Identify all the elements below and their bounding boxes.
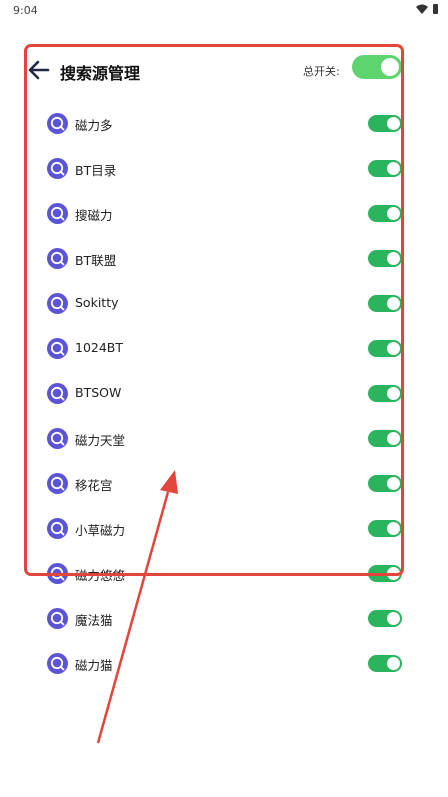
header: 搜索源管理 总开关: bbox=[0, 50, 448, 90]
source-row: 小草磁力 bbox=[0, 506, 448, 551]
toggle-knob bbox=[387, 207, 400, 220]
search-icon bbox=[47, 428, 68, 449]
toggle-knob bbox=[387, 612, 400, 625]
source-name: BT联盟 bbox=[75, 253, 117, 268]
source-toggle[interactable] bbox=[368, 655, 402, 672]
source-toggle[interactable] bbox=[368, 340, 402, 357]
source-name: 移花宫 bbox=[75, 478, 113, 493]
search-icon bbox=[47, 608, 68, 629]
search-icon bbox=[47, 383, 68, 404]
source-name: Sokitty bbox=[75, 295, 119, 310]
toggle-knob bbox=[387, 297, 400, 310]
toggle-knob bbox=[381, 58, 399, 76]
arrow-left-icon[interactable] bbox=[26, 56, 54, 84]
source-row: 1024BT bbox=[0, 326, 448, 371]
source-name: 磁力多 bbox=[75, 118, 113, 133]
source-toggle[interactable] bbox=[368, 610, 402, 627]
toggle-knob bbox=[387, 252, 400, 265]
source-row: BT目录 bbox=[0, 146, 448, 191]
source-row: 磁力天堂 bbox=[0, 416, 448, 461]
source-row: 磁力多 bbox=[0, 101, 448, 146]
toggle-knob bbox=[387, 477, 400, 490]
status-time: 9:04 bbox=[13, 4, 38, 17]
search-icon bbox=[47, 248, 68, 269]
page-title: 搜索源管理 bbox=[60, 64, 141, 83]
source-name: 磁力天堂 bbox=[75, 433, 126, 448]
source-toggle[interactable] bbox=[368, 160, 402, 177]
source-name: 小草磁力 bbox=[75, 523, 126, 538]
search-icon bbox=[47, 203, 68, 224]
toggle-knob bbox=[387, 342, 400, 355]
source-name: BTSOW bbox=[75, 385, 122, 400]
source-toggle[interactable] bbox=[368, 115, 402, 132]
source-name: 磁力猫 bbox=[75, 658, 113, 673]
source-toggle[interactable] bbox=[368, 520, 402, 537]
source-toggle[interactable] bbox=[368, 295, 402, 312]
source-toggle[interactable] bbox=[368, 430, 402, 447]
source-toggle[interactable] bbox=[368, 565, 402, 582]
search-icon bbox=[47, 338, 68, 359]
source-row: 搜磁力 bbox=[0, 191, 448, 236]
search-icon bbox=[47, 563, 68, 584]
search-icon bbox=[47, 473, 68, 494]
toggle-knob bbox=[387, 162, 400, 175]
source-toggle[interactable] bbox=[368, 475, 402, 492]
source-row: Sokitty bbox=[0, 281, 448, 326]
master-switch-label: 总开关: bbox=[303, 65, 340, 78]
master-switch-toggle[interactable] bbox=[352, 55, 402, 79]
search-icon bbox=[47, 653, 68, 674]
source-row: 磁力悠悠 bbox=[0, 551, 448, 596]
source-row: 魔法猫 bbox=[0, 596, 448, 641]
source-name: BT目录 bbox=[75, 163, 117, 178]
battery-icon bbox=[433, 4, 438, 14]
toggle-knob bbox=[387, 657, 400, 670]
source-row: BT联盟 bbox=[0, 236, 448, 281]
status-bar: 9:04 bbox=[0, 0, 448, 22]
toggle-knob bbox=[387, 387, 400, 400]
status-icons bbox=[416, 4, 438, 14]
source-name: 魔法猫 bbox=[75, 613, 113, 628]
source-row: 移花宫 bbox=[0, 461, 448, 506]
source-row: BTSOW bbox=[0, 371, 448, 416]
search-icon bbox=[47, 293, 68, 314]
source-toggle[interactable] bbox=[368, 205, 402, 222]
wifi-icon bbox=[416, 4, 428, 14]
toggle-knob bbox=[387, 567, 400, 580]
source-name: 搜磁力 bbox=[75, 208, 113, 223]
source-name: 1024BT bbox=[75, 340, 124, 355]
source-name: 磁力悠悠 bbox=[75, 568, 126, 583]
source-row: 磁力猫 bbox=[0, 641, 448, 686]
search-icon bbox=[47, 518, 68, 539]
source-toggle[interactable] bbox=[368, 385, 402, 402]
search-icon bbox=[47, 158, 68, 179]
toggle-knob bbox=[387, 117, 400, 130]
search-icon bbox=[47, 113, 68, 134]
source-toggle[interactable] bbox=[368, 250, 402, 267]
toggle-knob bbox=[387, 522, 400, 535]
toggle-knob bbox=[387, 432, 400, 445]
